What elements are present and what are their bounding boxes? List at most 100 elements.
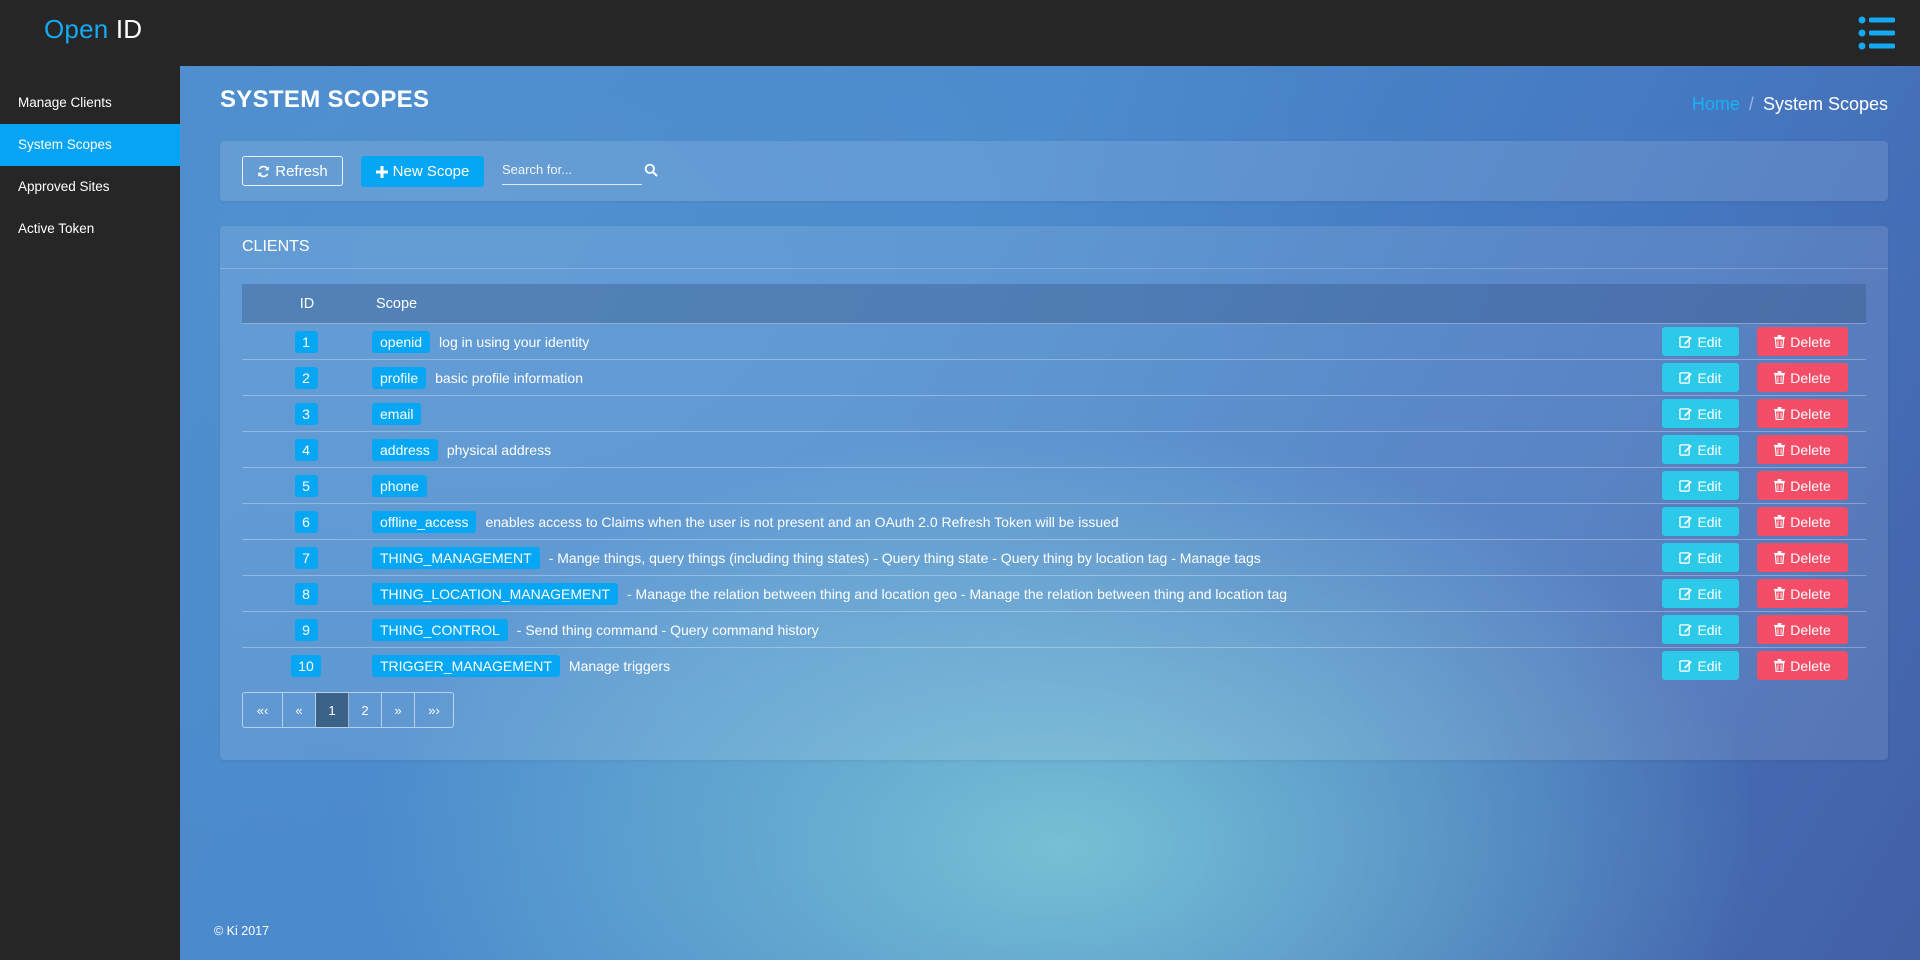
search-icon[interactable]: [644, 163, 658, 177]
edit-button-label: Edit: [1697, 333, 1722, 350]
id-badge: 6: [294, 510, 318, 533]
page-title: SYSTEM SCOPES: [220, 86, 430, 113]
delete-button[interactable]: Delete: [1757, 327, 1848, 356]
scope-badge: phone: [372, 474, 427, 497]
edit-icon: [1679, 372, 1693, 384]
scope-badge: offline_access: [372, 510, 477, 533]
scope-description: - Manage the relation between thing and …: [627, 585, 1288, 602]
table-row: 8 THING_LOCATION_MANAGEMENT - Manage the r…: [242, 576, 1866, 612]
scope-description: - Send thing command - Query command his…: [516, 621, 819, 638]
edit-button-label: Edit: [1697, 585, 1722, 602]
table-header: ID Scope: [242, 284, 1866, 324]
pagination-next[interactable]: »: [382, 693, 415, 727]
edit-button[interactable]: Edit: [1662, 615, 1739, 644]
delete-button[interactable]: Delete: [1757, 471, 1848, 500]
scope-cell: email: [370, 402, 430, 425]
footer-copyright: © Ki 2017: [214, 924, 270, 938]
delete-button[interactable]: Delete: [1757, 543, 1848, 572]
pagination-last[interactable]: »›: [415, 693, 453, 727]
trash-icon: [1774, 479, 1786, 492]
scope-badge: TRIGGER_MANAGEMENT: [372, 655, 560, 677]
delete-button-label: Delete: [1790, 513, 1831, 530]
edit-button-label: Edit: [1697, 657, 1722, 674]
edit-icon: [1679, 516, 1693, 528]
pagination-page-2[interactable]: 2: [349, 693, 382, 727]
id-cell: 1: [242, 330, 370, 353]
edit-button[interactable]: Edit: [1662, 543, 1739, 572]
clients-panel: CLIENTS ID Scope 1 openid log in using you…: [220, 226, 1888, 760]
table-row: 4 address physical address Edit Delete: [242, 432, 1866, 468]
table-row: 6 offline_access enables access to Claims …: [242, 504, 1866, 540]
sidebar-item-approved-sites[interactable]: Approved Sites: [0, 166, 180, 208]
menu-toggle-icon[interactable]: [1858, 15, 1896, 51]
sidebar-item-active-token[interactable]: Active Token: [0, 208, 180, 250]
table-row: 10 TRIGGER_MANAGEMENT Manage triggers Edit D…: [242, 648, 1866, 684]
trash-icon: [1774, 335, 1786, 348]
edit-button[interactable]: Edit: [1662, 435, 1739, 464]
scope-description: enables access to Claims when the user i…: [485, 513, 1119, 530]
edit-button-label: Edit: [1697, 513, 1722, 530]
sidebar-item-system-scopes[interactable]: System Scopes: [0, 124, 180, 166]
edit-button[interactable]: Edit: [1662, 507, 1739, 536]
scope-badge: address: [372, 438, 438, 461]
panel-title: CLIENTS: [220, 226, 1888, 269]
edit-button[interactable]: Edit: [1662, 471, 1739, 500]
delete-button[interactable]: Delete: [1757, 651, 1848, 680]
scopes-table: ID Scope 1 openid log in using your identi…: [242, 284, 1866, 684]
refresh-button[interactable]: Refresh: [242, 156, 343, 186]
scope-cell: THING_LOCATION_MANAGEMENT - Manage the re…: [370, 582, 1288, 605]
edit-icon: [1679, 336, 1693, 348]
scope-cell: TRIGGER_MANAGEMENT Manage triggers: [370, 655, 670, 677]
scope-badge: THING_MANAGEMENT: [372, 546, 540, 569]
pagination-page-1[interactable]: 1: [316, 693, 349, 727]
edit-button-label: Edit: [1697, 441, 1722, 458]
id-cell: 6: [242, 510, 370, 533]
edit-button[interactable]: Edit: [1662, 327, 1739, 356]
delete-button[interactable]: Delete: [1757, 435, 1848, 464]
refresh-icon: [258, 165, 270, 177]
id-cell: 7: [242, 546, 370, 569]
id-badge: 8: [294, 582, 318, 605]
id-badge: 4: [294, 438, 318, 461]
edit-button[interactable]: Edit: [1662, 579, 1739, 608]
new-scope-button[interactable]: New Scope: [361, 156, 484, 187]
trash-icon: [1774, 623, 1786, 636]
main-content: SYSTEM SCOPES Home / System Scopes Refresh…: [180, 66, 1920, 960]
id-cell: 4: [242, 438, 370, 461]
id-cell: 5: [242, 474, 370, 497]
top-bar: Open ID: [0, 0, 1920, 66]
search-input[interactable]: [502, 155, 642, 185]
new-scope-button-label: New Scope: [392, 163, 470, 180]
trash-icon: [1774, 371, 1786, 384]
scope-cell: profile basic profile information: [370, 366, 583, 389]
edit-button[interactable]: Edit: [1662, 651, 1739, 680]
delete-button[interactable]: Delete: [1757, 507, 1848, 536]
sidebar-item-manage-clients[interactable]: Manage Clients: [0, 82, 180, 124]
column-header-id: ID: [299, 295, 315, 312]
edit-button-label: Edit: [1697, 549, 1722, 566]
scope-description: - Mange things, query things (including …: [548, 549, 1261, 566]
app-logo[interactable]: Open ID: [44, 14, 142, 45]
scope-description: log in using your identity: [439, 333, 590, 350]
delete-button[interactable]: Delete: [1757, 399, 1848, 428]
pagination-prev[interactable]: «: [283, 693, 316, 727]
edit-button[interactable]: Edit: [1662, 363, 1739, 392]
edit-button[interactable]: Edit: [1662, 399, 1739, 428]
breadcrumb-current: System Scopes: [1762, 94, 1888, 114]
edit-button-label: Edit: [1697, 405, 1722, 422]
trash-icon: [1774, 551, 1786, 564]
trash-icon: [1774, 443, 1786, 456]
id-badge: 5: [294, 474, 318, 497]
delete-button[interactable]: Delete: [1757, 579, 1848, 608]
delete-button[interactable]: Delete: [1757, 363, 1848, 392]
trash-icon: [1774, 515, 1786, 528]
scope-badge: THING_LOCATION_MANAGEMENT: [372, 582, 618, 605]
delete-button[interactable]: Delete: [1757, 615, 1848, 644]
edit-button-label: Edit: [1697, 477, 1722, 494]
breadcrumb-home-link[interactable]: Home: [1692, 94, 1740, 114]
id-cell: 3: [242, 402, 370, 425]
search-box: [502, 155, 662, 185]
pagination-first[interactable]: «‹: [243, 693, 283, 727]
id-cell: 8: [242, 582, 370, 605]
